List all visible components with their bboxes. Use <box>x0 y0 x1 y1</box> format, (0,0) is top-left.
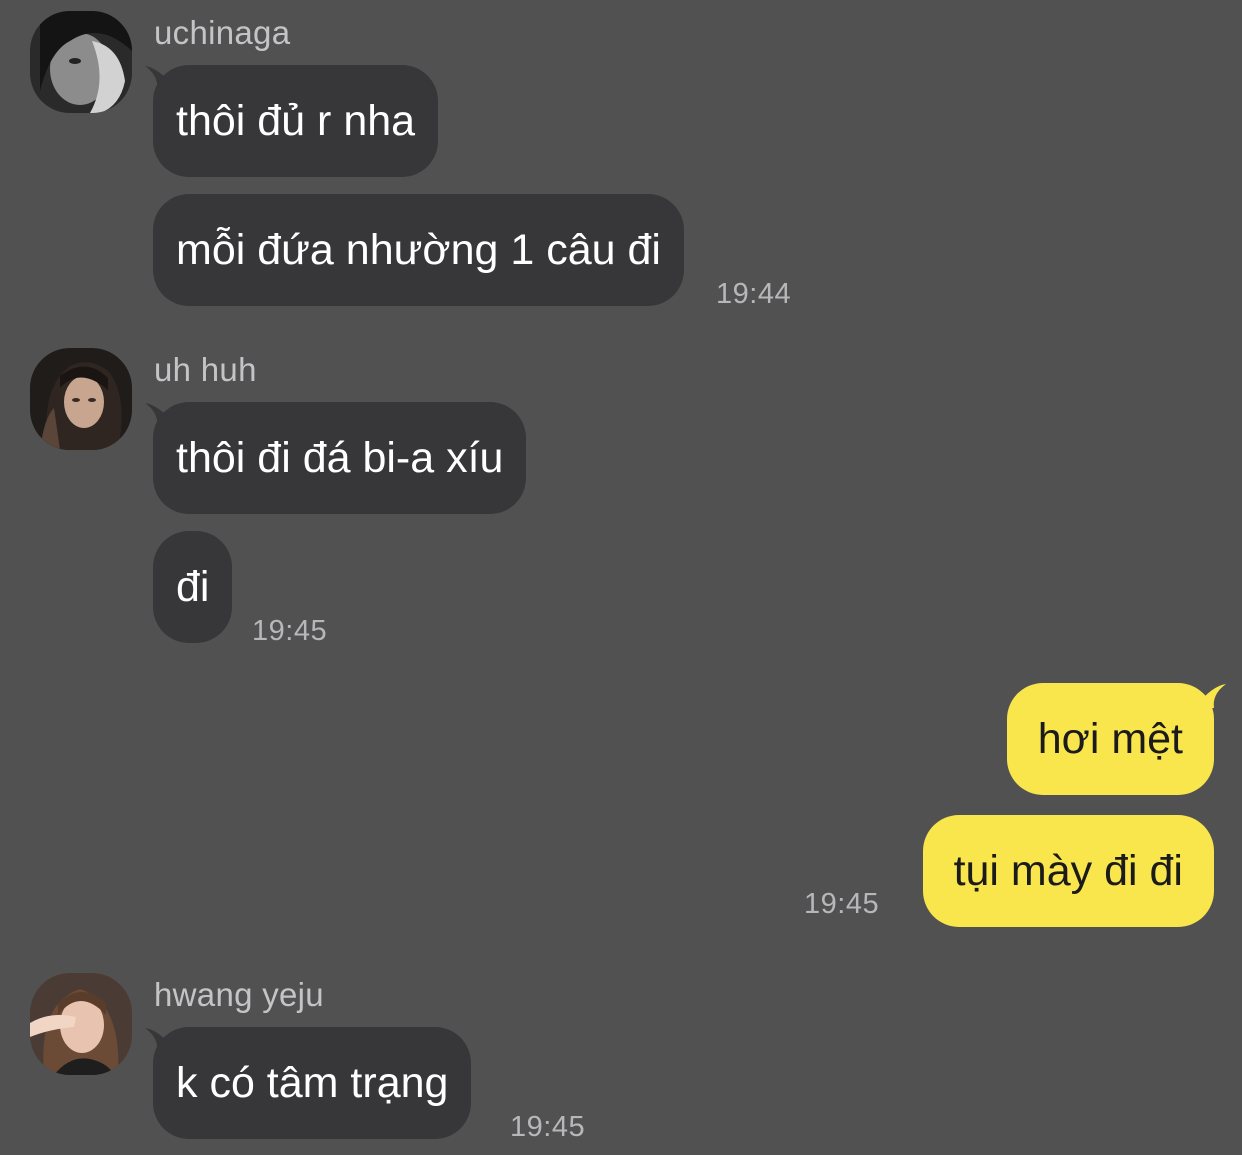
message-bubble[interactable]: k có tâm trạng <box>153 1027 472 1139</box>
sender-name: hwang yeju <box>154 976 324 1013</box>
avatar-hwang-yeju[interactable] <box>30 973 132 1075</box>
message-bubble[interactable]: hơi mệt <box>1006 683 1214 795</box>
message-bubble[interactable]: đi <box>153 531 233 643</box>
message-bubble[interactable]: thôi đi đá bi-a xíu <box>153 402 527 514</box>
avatar-uchinaga[interactable] <box>30 11 132 113</box>
avatar-photo-icon <box>30 973 132 1075</box>
message-bubble[interactable]: tụi mày đi đi <box>922 815 1214 927</box>
message-timestamp: 19:45 <box>804 888 880 920</box>
avatar-photo-icon <box>30 11 132 113</box>
sender-name: uchinaga <box>154 14 291 51</box>
sender-name: uh huh <box>154 351 257 388</box>
avatar-uh-huh[interactable] <box>30 348 132 450</box>
message-timestamp: 19:45 <box>510 1111 586 1143</box>
message-timestamp: 19:45 <box>252 615 328 647</box>
message-bubble[interactable]: mỗi đứa nhường 1 câu đi <box>153 194 684 306</box>
message-bubble[interactable]: thôi đủ r nha <box>153 65 439 177</box>
message-timestamp: 19:44 <box>716 278 792 310</box>
avatar-photo-icon <box>30 348 132 450</box>
chat-screen: uchinaga thôi đủ r nha mỗi đứa nhường 1 … <box>0 0 1242 1155</box>
